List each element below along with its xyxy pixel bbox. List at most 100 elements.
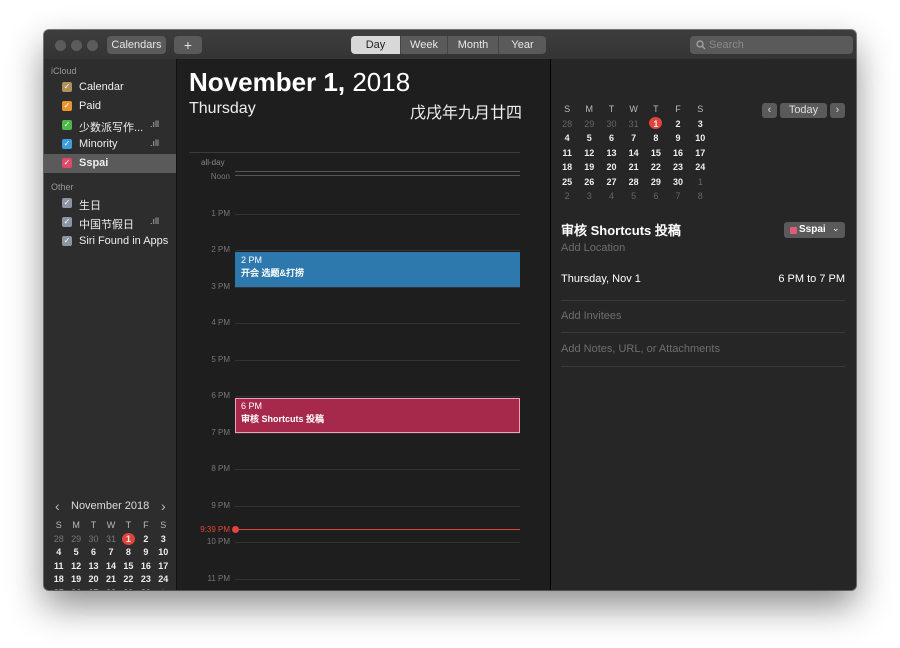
calendar-day-cell[interactable]: 26 (67, 587, 84, 591)
calendar-day-cell[interactable]: 9 (137, 546, 154, 560)
calendars-button[interactable]: Calendars (107, 36, 166, 54)
checkbox-checked-icon[interactable]: ✓ (62, 236, 72, 246)
tab-week[interactable]: Week (400, 36, 447, 54)
calendar-day-cell[interactable]: 1 (689, 175, 711, 190)
calendar-day-cell[interactable]: 15 (645, 146, 667, 161)
close-window-button[interactable] (55, 40, 66, 51)
calendar-item-holidays[interactable]: ✓ 中国节假日 .ıll (44, 213, 176, 232)
calendar-day-cell[interactable]: 19 (67, 573, 84, 587)
calendar-day-cell[interactable]: 3 (689, 117, 711, 132)
calendar-day-cell[interactable]: 18 (50, 573, 67, 587)
calendar-day-cell[interactable]: 6 (600, 131, 622, 146)
calendar-day-cell[interactable]: 17 (155, 560, 172, 574)
calendar-day-cell[interactable]: 13 (85, 560, 102, 574)
event-date[interactable]: Thursday, Nov 1 (561, 273, 641, 285)
calendar-day-cell[interactable]: 23 (137, 573, 154, 587)
calendar-day-cell[interactable]: 28 (623, 175, 645, 190)
calendar-item-paid[interactable]: ✓ Paid (44, 97, 176, 116)
today-button[interactable]: Today (780, 103, 827, 118)
calendar-day-cell[interactable]: 16 (137, 560, 154, 574)
calendar-day-cell[interactable]: 6 (85, 546, 102, 560)
calendar-day-cell[interactable]: 20 (85, 573, 102, 587)
tab-day[interactable]: Day (351, 36, 400, 54)
calendar-day-cell[interactable]: 12 (67, 560, 84, 574)
calendar-day-cell[interactable]: 31 (102, 533, 119, 547)
checkbox-checked-icon[interactable]: ✓ (62, 139, 72, 149)
calendar-day-cell[interactable]: 4 (556, 131, 578, 146)
event-detail-title[interactable]: 审核 Shortcuts 投稿 (561, 220, 681, 239)
calendar-day-cell[interactable]: 22 (120, 573, 137, 587)
calendar-day-cell[interactable]: 21 (623, 160, 645, 175)
calendar-day-cell[interactable]: 8 (689, 189, 711, 204)
calendar-day-cell[interactable]: 5 (578, 131, 600, 146)
calendar-day-cell[interactable]: 30 (137, 587, 154, 591)
calendar-day-cell[interactable]: 12 (578, 146, 600, 161)
calendar-day-cell[interactable]: 6 (645, 189, 667, 204)
tab-year[interactable]: Year (498, 36, 546, 54)
calendar-day-cell[interactable]: 20 (600, 160, 622, 175)
calendar-day-cell[interactable]: 7 (623, 131, 645, 146)
add-location-field[interactable]: Add Location (561, 242, 625, 254)
calendar-day-cell[interactable]: 4 (600, 189, 622, 204)
calendar-day-cell[interactable]: 11 (556, 146, 578, 161)
calendar-day-cell[interactable]: 9 (667, 131, 689, 146)
checkbox-checked-icon[interactable]: ✓ (62, 198, 72, 208)
calendar-day-cell[interactable]: 7 (667, 189, 689, 204)
calendar-day-cell[interactable]: 2 (137, 533, 154, 547)
calendar-day-cell[interactable]: 16 (667, 146, 689, 161)
calendar-day-cell[interactable]: 27 (600, 175, 622, 190)
calendar-day-cell[interactable]: 19 (578, 160, 600, 175)
calendar-day-cell[interactable]: 10 (155, 546, 172, 560)
calendar-day-cell[interactable]: 8 (120, 546, 137, 560)
calendar-day-cell[interactable]: 31 (623, 117, 645, 132)
checkbox-checked-icon[interactable]: ✓ (62, 217, 72, 227)
event-block[interactable]: 2 PM 开会 选题&打捞 (235, 252, 520, 287)
calendar-item-siri-found[interactable]: ✓ Siri Found in Apps (44, 232, 176, 251)
calendar-day-cell[interactable]: 28 (50, 533, 67, 547)
calendar-day-cell[interactable]: 2 (667, 117, 689, 132)
calendar-day-cell[interactable]: 28 (102, 587, 119, 591)
prev-month-chevron-icon[interactable]: ‹ (55, 498, 60, 514)
calendar-item-sspai[interactable]: ✓ Sspai (44, 154, 176, 173)
calendar-day-cell[interactable]: 4 (50, 546, 67, 560)
checkbox-checked-icon[interactable]: ✓ (62, 158, 72, 168)
calendar-day-cell[interactable]: 29 (645, 175, 667, 190)
calendar-day-cell[interactable]: 5 (67, 546, 84, 560)
calendar-day-cell[interactable]: 15 (120, 560, 137, 574)
calendar-day-cell[interactable]: 1 (155, 587, 172, 591)
calendar-day-cell[interactable]: 24 (689, 160, 711, 175)
calendar-day-cell[interactable]: 28 (556, 117, 578, 132)
calendar-item-birthdays[interactable]: ✓ 生日 (44, 194, 176, 213)
event-time-range[interactable]: 6 PM to 7 PM (778, 273, 845, 285)
calendar-item-calendar[interactable]: ✓ Calendar (44, 78, 176, 97)
calendar-day-cell[interactable]: 14 (102, 560, 119, 574)
zoom-window-button[interactable] (87, 40, 98, 51)
calendar-day-cell[interactable]: 10 (689, 131, 711, 146)
checkbox-checked-icon[interactable]: ✓ (62, 82, 72, 92)
calendar-day-cell[interactable]: 1 (120, 532, 137, 547)
calendar-day-cell[interactable]: 30 (667, 175, 689, 190)
checkbox-checked-icon[interactable]: ✓ (62, 101, 72, 111)
calendar-day-cell[interactable]: 30 (85, 533, 102, 547)
calendar-day-cell[interactable]: 13 (600, 146, 622, 161)
calendar-item-writing[interactable]: ✓ 少数派写作... .ıll (44, 116, 176, 135)
calendar-day-cell[interactable]: 25 (50, 587, 67, 591)
calendar-day-cell[interactable]: 22 (645, 160, 667, 175)
next-day-chevron-icon[interactable]: › (830, 103, 845, 118)
calendar-day-cell[interactable]: 18 (556, 160, 578, 175)
calendar-day-cell[interactable]: 27 (85, 587, 102, 591)
calendar-day-cell[interactable]: 8 (645, 131, 667, 146)
add-notes-field[interactable]: Add Notes, URL, or Attachments (561, 343, 720, 355)
calendar-day-cell[interactable]: 30 (600, 117, 622, 132)
calendar-day-cell[interactable]: 3 (578, 189, 600, 204)
calendar-day-cell[interactable]: 26 (578, 175, 600, 190)
calendar-day-cell[interactable]: 29 (67, 533, 84, 547)
event-block-selected[interactable]: 6 PM 审核 Shortcuts 投稿 (235, 398, 520, 433)
calendar-item-minority[interactable]: ✓ Minority .ıll (44, 135, 176, 154)
search-field[interactable]: Search (690, 36, 853, 54)
calendar-day-cell[interactable]: 29 (578, 117, 600, 132)
calendar-day-cell[interactable]: 14 (623, 146, 645, 161)
tab-month[interactable]: Month (447, 36, 498, 54)
calendar-day-cell[interactable]: 23 (667, 160, 689, 175)
calendar-day-cell[interactable]: 11 (50, 560, 67, 574)
